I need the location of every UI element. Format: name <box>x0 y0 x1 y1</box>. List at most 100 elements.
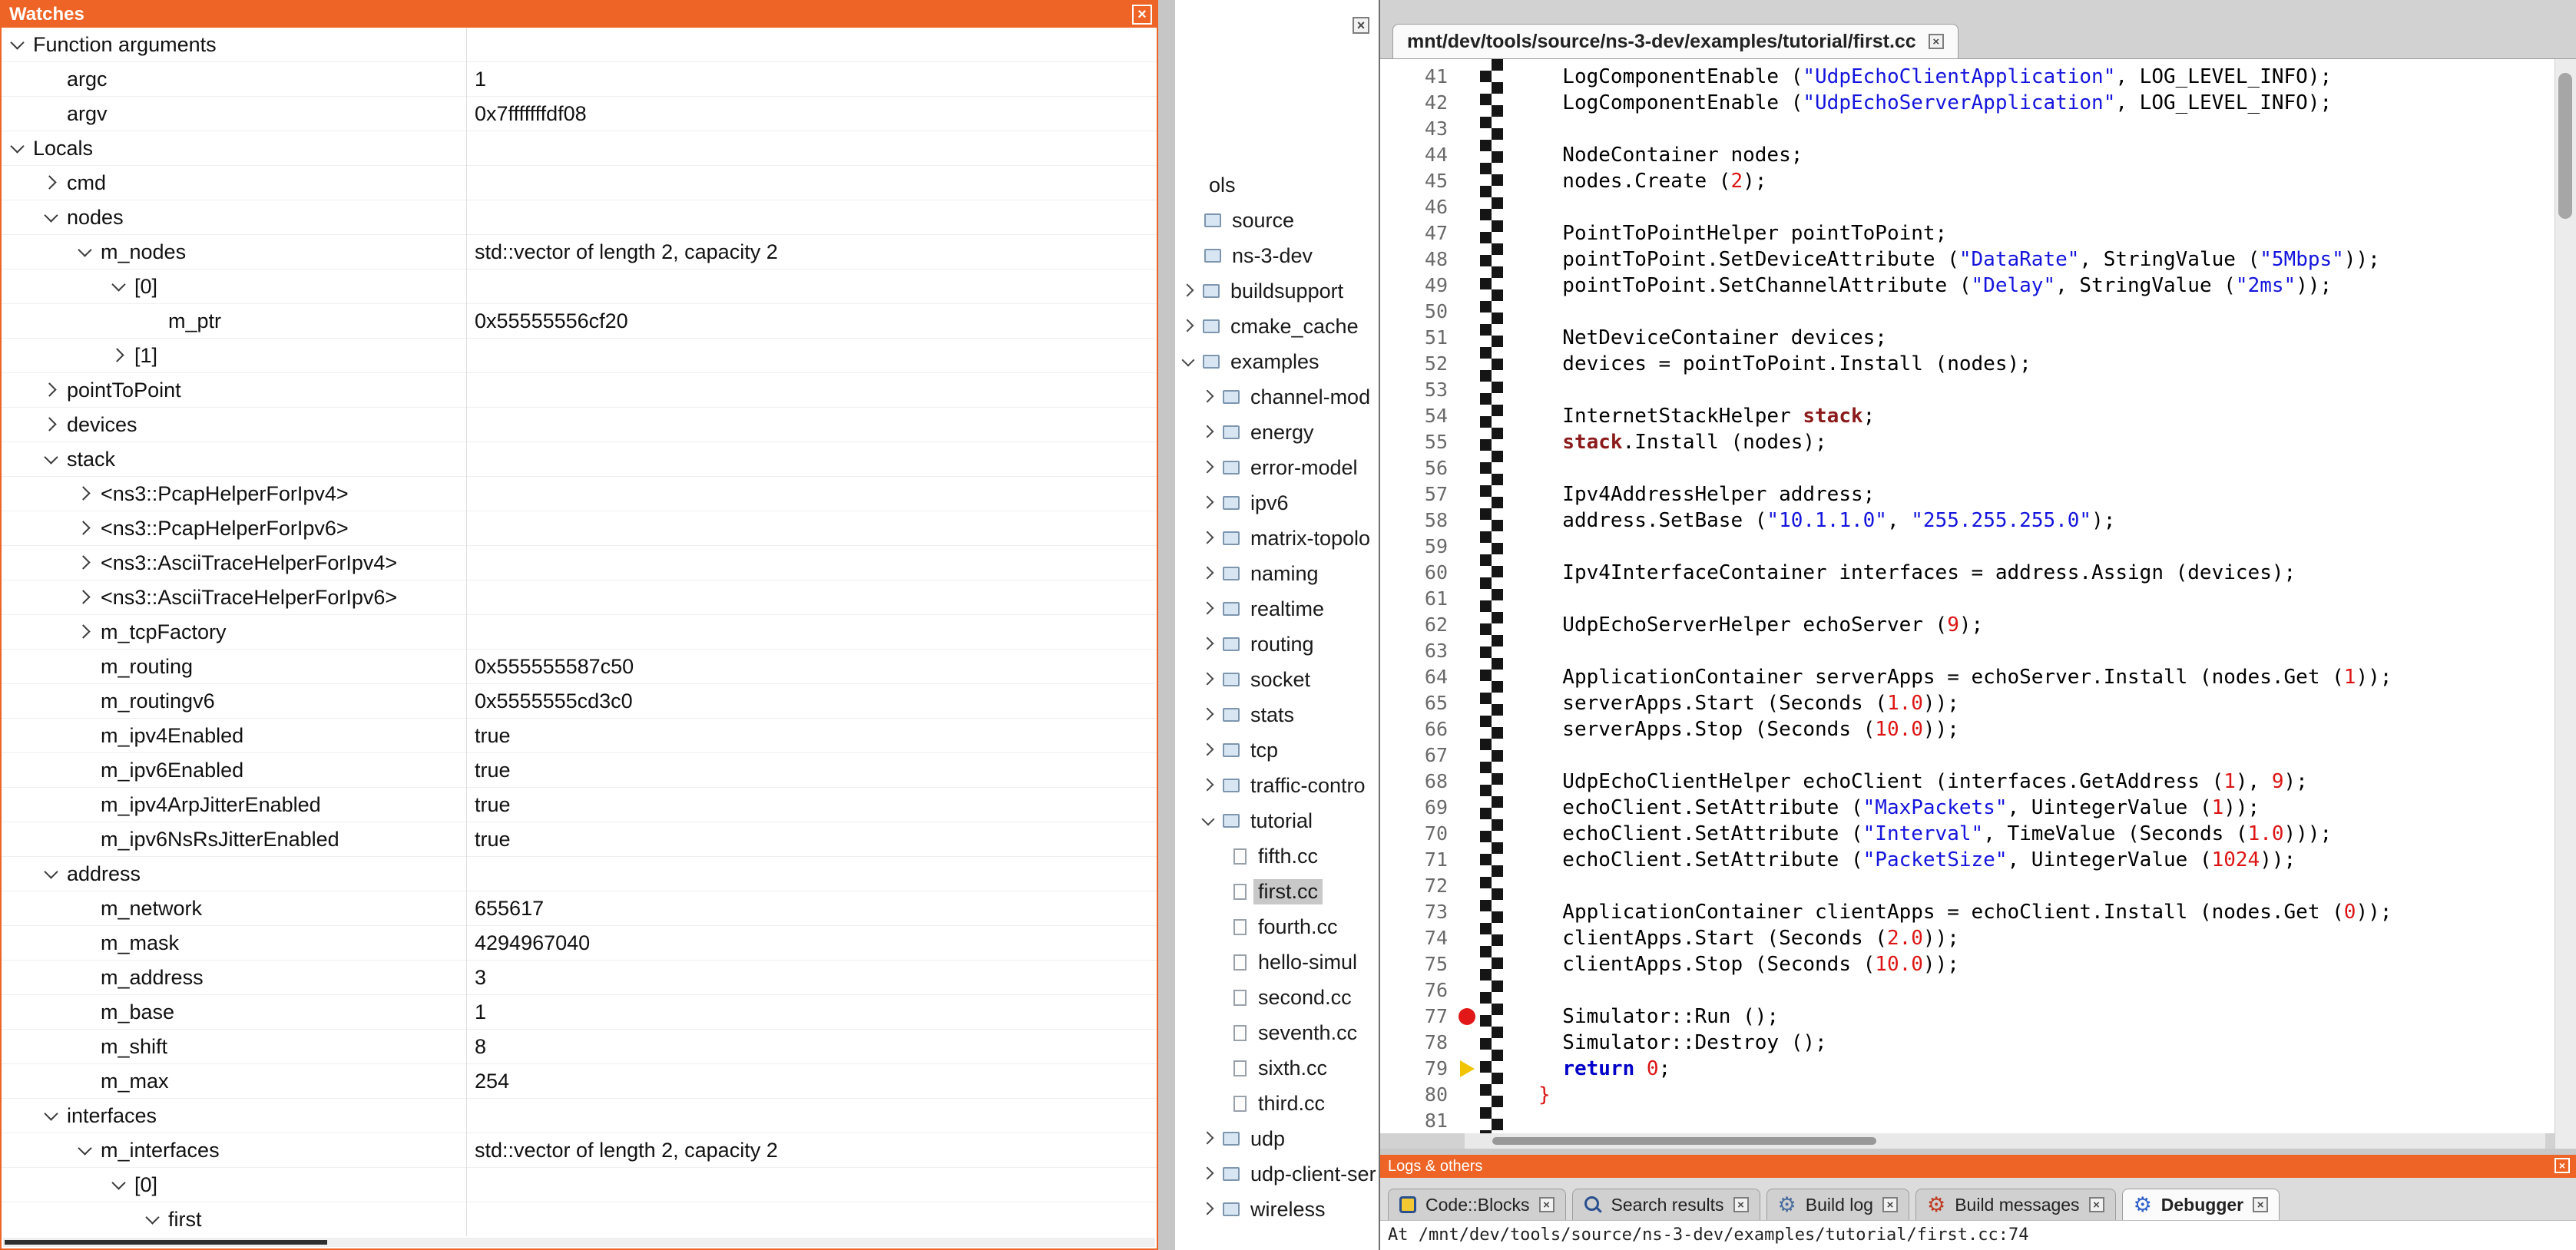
code-text[interactable]: LogComponentEnable ("UdpEchoClientApplic… <box>1538 64 2332 90</box>
editor-tab[interactable]: mnt/dev/tools/source/ns-3-dev/examples/t… <box>1392 24 1958 58</box>
expand-icon[interactable] <box>1201 495 1217 511</box>
watch-row[interactable]: m_base1 <box>2 995 1157 1030</box>
watch-row[interactable]: m_routing0x555555587c50 <box>2 650 1157 684</box>
editor-horizontal-scrollbar[interactable] <box>1465 1133 2545 1149</box>
watch-row[interactable]: m_address3 <box>2 961 1157 995</box>
tree-item[interactable]: source <box>1177 203 1379 238</box>
breakpoint-margin[interactable] <box>1457 873 1480 899</box>
code-text[interactable]: clientApps.Start (Seconds (2.0)); <box>1538 925 1959 951</box>
code-line[interactable]: 58 address.SetBase ("10.1.1.0", "255.255… <box>1380 508 2554 534</box>
tree-item[interactable]: ns-3-dev <box>1177 238 1379 273</box>
tree-item[interactable]: socket <box>1177 662 1379 697</box>
code-line[interactable]: 69 echoClient.SetAttribute ("MaxPackets"… <box>1380 795 2554 821</box>
tree-item[interactable]: fifth.cc <box>1177 838 1379 874</box>
close-icon[interactable] <box>1733 1197 1749 1212</box>
expand-icon[interactable] <box>1181 283 1197 299</box>
breakpoint-margin[interactable] <box>1457 664 1480 690</box>
expand-icon[interactable] <box>43 174 60 191</box>
breakpoint-margin[interactable] <box>1457 899 1480 925</box>
code-text[interactable]: nodes.Create (2); <box>1538 168 1766 194</box>
code-line[interactable]: 53 <box>1380 377 2554 403</box>
tree-item[interactable]: udp <box>1177 1121 1379 1156</box>
tree-item[interactable]: error-model <box>1177 450 1379 485</box>
scrollbar-handle[interactable] <box>2558 73 2572 219</box>
watch-row[interactable]: [0] <box>2 270 1157 304</box>
tree-item[interactable]: wireless <box>1177 1192 1379 1227</box>
watch-row[interactable]: address <box>2 857 1157 891</box>
breakpoint-margin[interactable] <box>1457 168 1480 194</box>
code-text[interactable]: echoClient.SetAttribute ("Interval", Tim… <box>1538 821 2332 847</box>
breakpoint-margin[interactable] <box>1457 1030 1480 1056</box>
breakpoint-margin[interactable] <box>1457 586 1480 612</box>
code-text[interactable]: NetDeviceContainer devices; <box>1538 325 1887 351</box>
code-text[interactable]: devices = pointToPoint.Install (nodes); <box>1538 351 2031 377</box>
expand-icon[interactable] <box>1201 778 1217 793</box>
editor-vertical-scrollbar[interactable] <box>2554 59 2576 1149</box>
expand-icon[interactable] <box>77 520 94 537</box>
expand-icon[interactable] <box>1201 707 1217 723</box>
code-line[interactable]: 79 return 0; <box>1380 1056 2554 1082</box>
code-text[interactable]: Ipv4InterfaceContainer interfaces = addr… <box>1538 560 2296 586</box>
code-line[interactable]: 70 echoClient.SetAttribute ("Interval", … <box>1380 821 2554 847</box>
code-text[interactable]: } <box>1538 1082 1551 1108</box>
code-line[interactable]: 65 serverApps.Start (Seconds (1.0)); <box>1380 690 2554 716</box>
breakpoint-margin[interactable] <box>1457 821 1480 847</box>
logs-title-bar[interactable]: Logs & others <box>1380 1155 2576 1178</box>
breakpoint-margin[interactable] <box>1457 351 1480 377</box>
code-line[interactable]: 49 pointToPoint.SetChannelAttribute ("De… <box>1380 273 2554 299</box>
expand-icon[interactable] <box>77 485 94 502</box>
breakpoint-margin[interactable] <box>1457 90 1480 116</box>
breakpoint-margin[interactable] <box>1457 769 1480 795</box>
code-line[interactable]: 59 <box>1380 534 2554 560</box>
code-line[interactable]: 60 Ipv4InterfaceContainer interfaces = a… <box>1380 560 2554 586</box>
breakpoint-margin[interactable] <box>1457 847 1480 873</box>
code-text[interactable]: Simulator::Run (); <box>1538 1004 1779 1030</box>
expand-icon[interactable] <box>1201 1202 1217 1217</box>
code-line[interactable]: 64 ApplicationContainer serverApps = ech… <box>1380 664 2554 690</box>
watch-row[interactable]: <ns3::PcapHelperForIpv6> <box>2 511 1157 546</box>
tree-item[interactable]: sixth.cc <box>1177 1050 1379 1086</box>
close-icon[interactable] <box>1882 1197 1898 1212</box>
tree-item[interactable]: tcp <box>1177 732 1379 768</box>
collapse-icon[interactable] <box>9 140 26 157</box>
code-line[interactable]: 81 <box>1380 1108 2554 1133</box>
scrollbar-handle[interactable] <box>5 1240 327 1245</box>
breakpoint-icon[interactable] <box>1459 1008 1475 1025</box>
breakpoint-margin[interactable] <box>1457 795 1480 821</box>
tree-item[interactable]: examples <box>1177 344 1379 379</box>
tree-item[interactable]: seventh.cc <box>1177 1015 1379 1050</box>
code-text[interactable]: address.SetBase ("10.1.1.0", "255.255.25… <box>1538 508 2115 534</box>
breakpoint-margin[interactable] <box>1457 951 1480 977</box>
breakpoint-margin[interactable] <box>1457 1108 1480 1133</box>
breakpoint-margin[interactable] <box>1457 1004 1480 1030</box>
tree-item[interactable]: matrix-topolo <box>1177 521 1379 556</box>
watch-row[interactable]: m_max254 <box>2 1064 1157 1099</box>
code-line[interactable]: 66 serverApps.Stop (Seconds (10.0)); <box>1380 716 2554 742</box>
watch-row[interactable]: m_shift8 <box>2 1030 1157 1064</box>
code-line[interactable]: 68 UdpEchoClientHelper echoClient (inter… <box>1380 769 2554 795</box>
tree-item[interactable]: channel-mod <box>1177 379 1379 415</box>
collapse-icon[interactable] <box>43 865 60 882</box>
breakpoint-margin[interactable] <box>1457 508 1480 534</box>
code-line[interactable]: 57 Ipv4AddressHelper address; <box>1380 481 2554 508</box>
watch-row[interactable]: pointToPoint <box>2 373 1157 408</box>
watch-row[interactable]: first <box>2 1202 1157 1236</box>
expand-icon[interactable] <box>1181 319 1197 334</box>
tree-item[interactable]: naming <box>1177 556 1379 591</box>
code-editor[interactable]: 41 LogComponentEnable ("UdpEchoClientApp… <box>1380 59 2554 1133</box>
tree-item[interactable]: ols <box>1177 167 1379 203</box>
code-line[interactable]: 74 clientApps.Start (Seconds (2.0)); <box>1380 925 2554 951</box>
code-text[interactable]: clientApps.Stop (Seconds (10.0)); <box>1538 951 1959 977</box>
watch-row[interactable]: m_ipv4ArpJitterEnabledtrue <box>2 788 1157 822</box>
tree-item[interactable]: stats <box>1177 697 1379 732</box>
breakpoint-margin[interactable] <box>1457 1082 1480 1108</box>
code-line[interactable]: 56 <box>1380 455 2554 481</box>
watches-horizontal-scrollbar[interactable] <box>3 1238 1155 1247</box>
code-line[interactable]: 61 <box>1380 586 2554 612</box>
watch-row[interactable]: <ns3::PcapHelperForIpv4> <box>2 477 1157 511</box>
code-line[interactable]: 46 <box>1380 194 2554 220</box>
code-line[interactable]: 42 LogComponentEnable ("UdpEchoServerApp… <box>1380 90 2554 116</box>
watch-row[interactable]: interfaces <box>2 1099 1157 1133</box>
scrollbar-handle[interactable] <box>1492 1137 1876 1145</box>
tree-item[interactable]: third.cc <box>1177 1086 1379 1121</box>
